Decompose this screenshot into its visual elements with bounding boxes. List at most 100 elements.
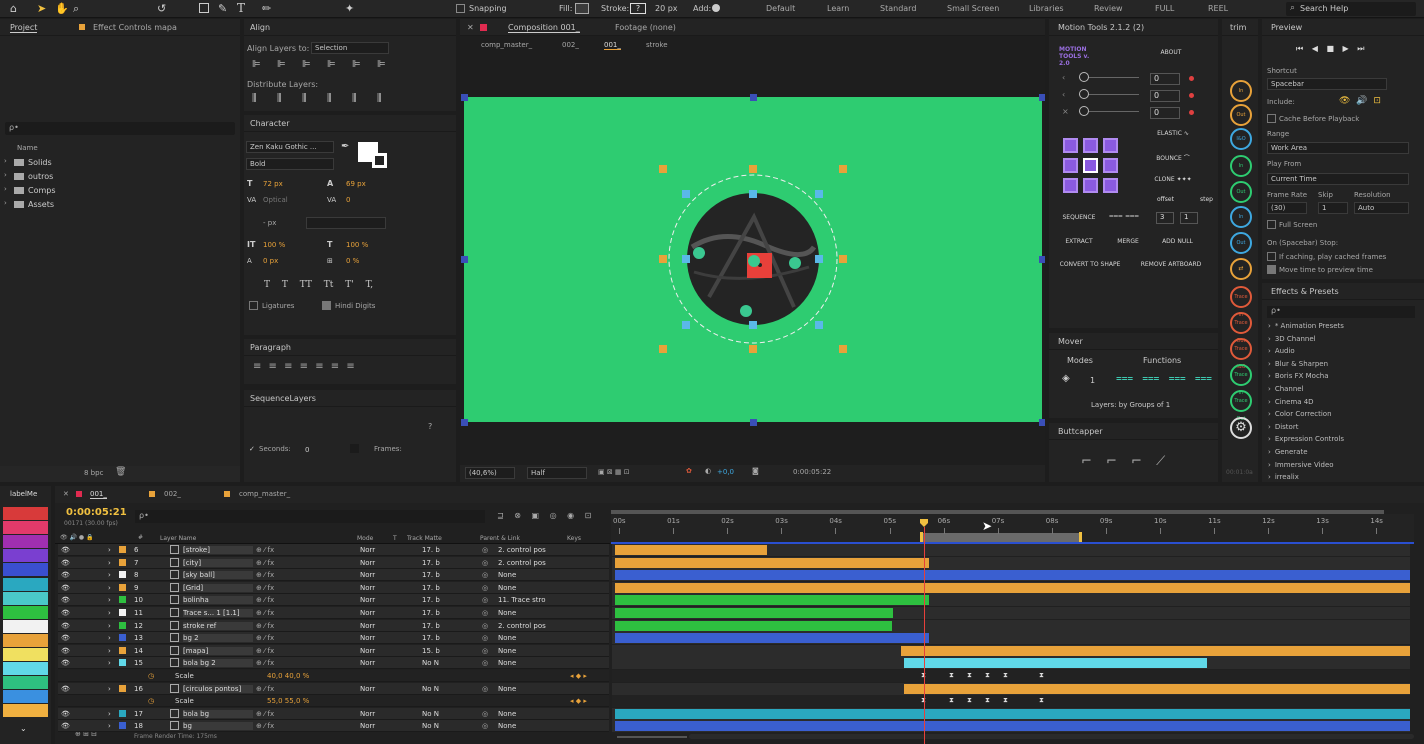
layer-name[interactable]: stroke ref — [183, 621, 253, 630]
layer-row[interactable]: 👁 › 8 [sky ball] ⊕ ⁄ fx Norr 17. b ◎ None — [58, 569, 609, 582]
trim-icon[interactable]: Trace Out — [1230, 312, 1252, 344]
close-timeline-icon[interactable]: ✕ — [63, 490, 69, 498]
effect-category[interactable]: › 3D Channel — [1268, 335, 1316, 343]
layer-row[interactable]: 👁 › 16 [circulos pontos] ⊕ ⁄ fx Norr No N ◎ None — [58, 682, 609, 695]
workspace-3[interactable]: Small Screen — [947, 4, 999, 13]
anchor-grid-cell[interactable] — [1103, 138, 1118, 153]
layer-duration-bar[interactable] — [615, 570, 1410, 581]
project-folder-row[interactable]: › Solids — [0, 156, 240, 170]
workspace-5[interactable]: Review — [1094, 4, 1123, 13]
timeline-scrollbar[interactable] — [689, 734, 1414, 739]
layer-label-color[interactable] — [119, 634, 126, 642]
puppet-tool-icon[interactable]: ✦ — [345, 2, 354, 15]
visibility-eye-icon[interactable]: 👁 — [61, 546, 70, 554]
layer-duration-bar[interactable] — [615, 708, 1410, 719]
workspace-1[interactable]: Learn — [827, 4, 849, 13]
tab-composition[interactable]: Composition 001_ — [508, 23, 580, 33]
keyframe-marker[interactable]: ⧗ — [949, 671, 954, 680]
comp-canvas[interactable] — [461, 94, 1045, 426]
label-color-swatch[interactable] — [3, 648, 48, 661]
chevron-right-icon[interactable]: › — [108, 559, 111, 567]
leading-value[interactable]: 69 px — [346, 180, 366, 188]
visibility-eye-icon[interactable]: 👁 — [61, 559, 70, 567]
visibility-eye-icon[interactable]: 👁 — [61, 710, 70, 718]
zoom-dropdown[interactable]: (40,6%) — [465, 467, 515, 479]
anchor-grid-cell[interactable] — [1083, 158, 1098, 173]
parent-pickwhip-icon[interactable]: ◎ — [482, 710, 488, 718]
project-folder-row[interactable]: › Assets — [0, 198, 240, 212]
track-matte-dropdown[interactable]: 17. b — [422, 571, 440, 579]
layer-label-color[interactable] — [119, 659, 126, 667]
stroke-color-swatch[interactable] — [372, 153, 387, 168]
mover-function-icons[interactable]: ⩶ ⩶ ⩶ ⩶ — [1116, 373, 1212, 384]
label-color-swatch[interactable] — [3, 605, 48, 619]
align-icon[interactable]: ⊫ — [352, 59, 361, 70]
track-matte-dropdown[interactable]: No N — [422, 722, 439, 730]
layer-handle[interactable] — [1039, 419, 1045, 426]
layer-switches-icon[interactable]: ⊕ ⁄ fx — [256, 584, 274, 592]
track-matte-dropdown[interactable]: 17. b — [422, 609, 440, 617]
color-wheel-icon[interactable]: ✿ — [686, 467, 692, 475]
keyframe-marker[interactable]: ⧗ — [1039, 671, 1044, 680]
workspace-6[interactable]: FULL — [1155, 4, 1174, 13]
layer-label-color[interactable] — [119, 596, 126, 604]
workspace-7[interactable]: REEL — [1208, 4, 1228, 13]
blend-mode-dropdown[interactable]: Norr — [360, 559, 375, 567]
parent-dropdown[interactable]: None — [498, 685, 560, 693]
timeline-switch-icons[interactable]: ⊒ ⊗ ▣ ◎ ◉ ⊡ — [497, 511, 591, 520]
offset-input[interactable]: 3 — [1156, 212, 1174, 224]
layer-switches-icon[interactable]: ⊕ ⁄ fx — [256, 634, 274, 642]
align-icon[interactable]: ⊫ — [377, 59, 386, 70]
chevron-right-icon[interactable]: › — [4, 199, 7, 207]
parent-dropdown[interactable]: None — [498, 659, 560, 667]
layer-label-color[interactable] — [119, 621, 126, 629]
property-value[interactable]: 40,0 40,0 % — [267, 672, 309, 680]
parent-pickwhip-icon[interactable]: ◎ — [482, 596, 488, 604]
stopwatch-icon[interactable]: ◷ — [148, 697, 154, 705]
playback-controls[interactable]: ⏮ ◀ ■ ▶ ⏭ — [1296, 44, 1364, 54]
layer-name[interactable]: bg — [183, 722, 253, 731]
layer-name[interactable]: bolinha — [183, 596, 253, 605]
fullscreen-checkbox[interactable] — [1267, 220, 1276, 229]
effect-category[interactable]: › Cinema 4D — [1268, 398, 1314, 406]
anchor-grid-cell[interactable] — [1103, 178, 1118, 193]
work-area-bar[interactable] — [611, 510, 1384, 514]
track-matte-dropdown[interactable]: 17. b — [422, 584, 440, 592]
label-color-swatch[interactable] — [3, 633, 48, 647]
blend-mode-dropdown[interactable]: Norr — [360, 659, 375, 667]
clone-button[interactable]: CLONE ✦✦✦ — [1133, 176, 1213, 183]
resolution-dropdown-preview[interactable]: Auto — [1354, 202, 1409, 214]
anchor-grid-cell[interactable] — [1063, 178, 1078, 193]
transform-handle[interactable] — [839, 255, 847, 263]
trim-icon[interactable]: Trace I&O — [1230, 338, 1252, 370]
chevron-down-icon[interactable]: ⌄ — [20, 724, 27, 733]
property-row[interactable]: ◷ Scale 55,0 55,0 % ◂ ◆ ▸ — [58, 695, 609, 708]
layer-row[interactable]: 👁 › 6 [stroke] ⊕ ⁄ fx Norr 17. b ◎ 2. control po… — [58, 544, 609, 556]
convert-to-shape-button[interactable]: CONVERT TO SHAPE — [1055, 261, 1125, 268]
align-icon[interactable]: ⊫ — [302, 59, 311, 70]
label-color-swatch[interactable] — [3, 662, 48, 676]
add-icon[interactable] — [712, 4, 720, 12]
timeline-tab-1[interactable]: 002_ — [164, 490, 181, 498]
blend-mode-dropdown[interactable]: Norr — [360, 584, 375, 592]
blend-mode-dropdown[interactable]: Norr — [360, 722, 375, 730]
layer-row[interactable]: 👁 › 14 [mapa] ⊕ ⁄ fx Norr 15. b ◎ None — [58, 644, 609, 657]
cache-checkbox[interactable] — [1267, 114, 1276, 123]
layer-duration-bar[interactable] — [615, 721, 1410, 732]
layer-name[interactable]: [city] — [183, 558, 253, 567]
trim-icon[interactable]: In — [1230, 206, 1252, 228]
layer-name[interactable]: [stroke] — [183, 546, 253, 554]
settings-icon[interactable]: ⚙ — [1230, 417, 1252, 439]
layer-row[interactable]: 👁 › 7 [city] ⊕ ⁄ fx Norr 17. b ◎ 2. control pos — [58, 556, 609, 569]
font-style-dropdown[interactable]: Bold — [246, 158, 334, 170]
parent-dropdown[interactable]: None — [498, 571, 560, 579]
timeline-zoom-slider[interactable] — [617, 736, 687, 738]
layer-switches-icon[interactable]: ⊕ ⁄ fx — [256, 710, 274, 718]
elastic-button[interactable]: ELASTIC ∿ — [1133, 130, 1213, 137]
layer-switches-icon[interactable]: ⊕ ⁄ fx — [256, 622, 274, 630]
trim-icon[interactable]: Out — [1230, 181, 1252, 203]
property-row[interactable]: ◷ Scale 40,0 40,0 % ◂ ◆ ▸ — [58, 670, 609, 682]
about-button[interactable]: ABOUT — [1141, 49, 1201, 56]
parent-dropdown[interactable]: None — [498, 647, 560, 655]
skip-dropdown[interactable]: 1 — [1318, 202, 1348, 214]
